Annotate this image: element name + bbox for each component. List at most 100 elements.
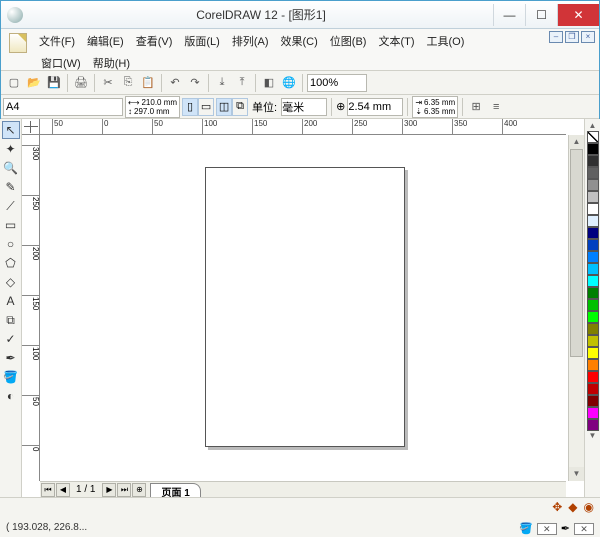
maximize-button[interactable]: ☐ <box>525 4 557 26</box>
color-swatch[interactable] <box>587 299 599 311</box>
drawing-canvas[interactable] <box>40 135 566 481</box>
color-swatch[interactable] <box>587 227 599 239</box>
scroll-down-icon: ▼ <box>569 467 584 481</box>
orientation-buttons[interactable]: ▯▭ <box>182 98 214 116</box>
horizontal-ruler[interactable]: 50050100150200250300350400 <box>40 119 566 135</box>
menu-window[interactable]: 窗口(W) <box>35 53 87 73</box>
minimize-button[interactable]: — <box>493 4 525 26</box>
color-swatch[interactable] <box>587 251 599 263</box>
menu-file[interactable]: 文件(F) <box>33 31 81 51</box>
shape-tool-icon[interactable]: ✦ <box>2 140 20 158</box>
redo-icon[interactable]: ↷ <box>186 74 204 92</box>
text-tool-icon[interactable]: A <box>2 292 20 310</box>
color-swatch[interactable] <box>587 239 599 251</box>
mdi-minimize[interactable]: – <box>549 31 563 43</box>
status-object-icon: ◆ <box>568 500 577 514</box>
copy-icon[interactable]: ⎘ <box>119 74 137 92</box>
app-launcher-icon[interactable]: ◧ <box>260 74 278 92</box>
palette-down-icon[interactable]: ▼ <box>587 431 599 441</box>
open-icon[interactable]: 📂 <box>25 74 43 92</box>
outline-tool-icon[interactable]: ✒ <box>2 349 20 367</box>
page-dimensions[interactable]: ⟷ 210.0 mm ↕ 297.0 mm <box>125 96 180 118</box>
color-swatch[interactable] <box>587 335 599 347</box>
scroll-up-icon: ▲ <box>569 135 584 149</box>
mdi-restore[interactable]: ❐ <box>565 31 579 43</box>
duplicate-distance[interactable]: ⇥ 6.35 mm ⇣ 6.35 mm <box>412 96 458 118</box>
mdi-close[interactable]: × <box>581 31 595 43</box>
color-swatch[interactable] <box>587 191 599 203</box>
fill-tool-icon[interactable]: 🪣 <box>2 368 20 386</box>
polygon-tool-icon[interactable]: ⬠ <box>2 254 20 272</box>
zoom-select[interactable] <box>307 74 367 92</box>
color-swatch[interactable] <box>587 203 599 215</box>
menu-effects[interactable]: 效果(C) <box>275 31 324 51</box>
vertical-scrollbar[interactable]: ▲ ▼ <box>568 135 584 481</box>
no-color-swatch[interactable] <box>587 131 599 143</box>
first-page-button[interactable]: ⏮ <box>41 483 55 497</box>
options-icon[interactable]: ≡ <box>487 98 505 116</box>
basic-shapes-icon[interactable]: ◇ <box>2 273 20 291</box>
menu-view[interactable]: 查看(V) <box>130 31 179 51</box>
menubar: 文件(F) 编辑(E) 查看(V) 版面(L) 排列(A) 效果(C) 位图(B… <box>1 29 599 71</box>
color-swatch[interactable] <box>587 167 599 179</box>
page-apply-buttons[interactable]: ◫⧉ <box>216 98 248 116</box>
color-swatch[interactable] <box>587 263 599 275</box>
color-swatch[interactable] <box>587 323 599 335</box>
color-swatch[interactable] <box>587 371 599 383</box>
color-swatch[interactable] <box>587 143 599 155</box>
color-swatch[interactable] <box>587 275 599 287</box>
close-button[interactable]: ✕ <box>557 4 599 26</box>
menu-text[interactable]: 文本(T) <box>372 31 420 51</box>
prev-page-button[interactable]: ◀ <box>56 483 70 497</box>
fill-outline-preview[interactable]: 🪣 ✒ <box>519 522 594 535</box>
paper-size-select[interactable] <box>3 98 123 116</box>
menu-tools[interactable]: 工具(O) <box>421 31 471 51</box>
nudge-input[interactable] <box>347 98 403 116</box>
page-tab[interactable]: 页面 1 <box>150 483 200 497</box>
color-swatch[interactable] <box>587 359 599 371</box>
color-swatch[interactable] <box>587 287 599 299</box>
color-swatch[interactable] <box>587 155 599 167</box>
color-swatch[interactable] <box>587 347 599 359</box>
unit-select[interactable] <box>281 98 327 116</box>
rectangle-tool-icon[interactable]: ▭ <box>2 216 20 234</box>
ruler-origin[interactable] <box>22 119 40 135</box>
cut-icon[interactable]: ✂ <box>99 74 117 92</box>
menu-bitmap[interactable]: 位图(B) <box>324 31 373 51</box>
corel-online-icon[interactable]: 🌐 <box>280 74 298 92</box>
color-swatch[interactable] <box>587 383 599 395</box>
color-swatch[interactable] <box>587 395 599 407</box>
blend-tool-icon[interactable]: ⧉ <box>2 311 20 329</box>
next-page-button[interactable]: ▶ <box>102 483 116 497</box>
palette-up-icon[interactable]: ▲ <box>587 121 599 131</box>
color-palette: ▲ ▼ <box>584 119 600 497</box>
save-icon[interactable]: 💾 <box>45 74 63 92</box>
ellipse-tool-icon[interactable]: ○ <box>2 235 20 253</box>
last-page-button[interactable]: ⏭ <box>117 483 131 497</box>
color-swatch[interactable] <box>587 419 599 431</box>
color-swatch[interactable] <box>587 179 599 191</box>
pick-tool-icon[interactable]: ↖ <box>2 121 20 139</box>
portrait-icon: ▯ <box>182 98 198 116</box>
color-swatch[interactable] <box>587 311 599 323</box>
color-swatch[interactable] <box>587 407 599 419</box>
undo-icon[interactable]: ↶ <box>166 74 184 92</box>
color-swatch[interactable] <box>587 215 599 227</box>
interactive-fill-icon[interactable]: ◐ <box>2 387 20 405</box>
print-icon[interactable]: 🖨 <box>72 74 90 92</box>
zoom-tool-icon[interactable]: 🔍 <box>2 159 20 177</box>
add-page-button[interactable]: ⊕ <box>132 483 146 497</box>
smart-draw-icon[interactable]: ⟋ <box>2 197 20 215</box>
vertical-ruler[interactable]: 300250200150100500 <box>22 135 40 481</box>
menu-arrange[interactable]: 排列(A) <box>226 31 275 51</box>
menu-layout[interactable]: 版面(L) <box>178 31 225 51</box>
menu-help[interactable]: 帮助(H) <box>87 53 136 73</box>
freehand-tool-icon[interactable]: ✎ <box>2 178 20 196</box>
eyedropper-tool-icon[interactable]: ✓ <box>2 330 20 348</box>
paste-icon[interactable]: 📋 <box>139 74 157 92</box>
new-icon[interactable]: ▢ <box>5 74 23 92</box>
import-icon[interactable]: ⤓ <box>213 74 231 92</box>
export-icon[interactable]: ⤒ <box>233 74 251 92</box>
menu-edit[interactable]: 编辑(E) <box>81 31 130 51</box>
snap-toggle-icon[interactable]: ⊞ <box>467 98 485 116</box>
